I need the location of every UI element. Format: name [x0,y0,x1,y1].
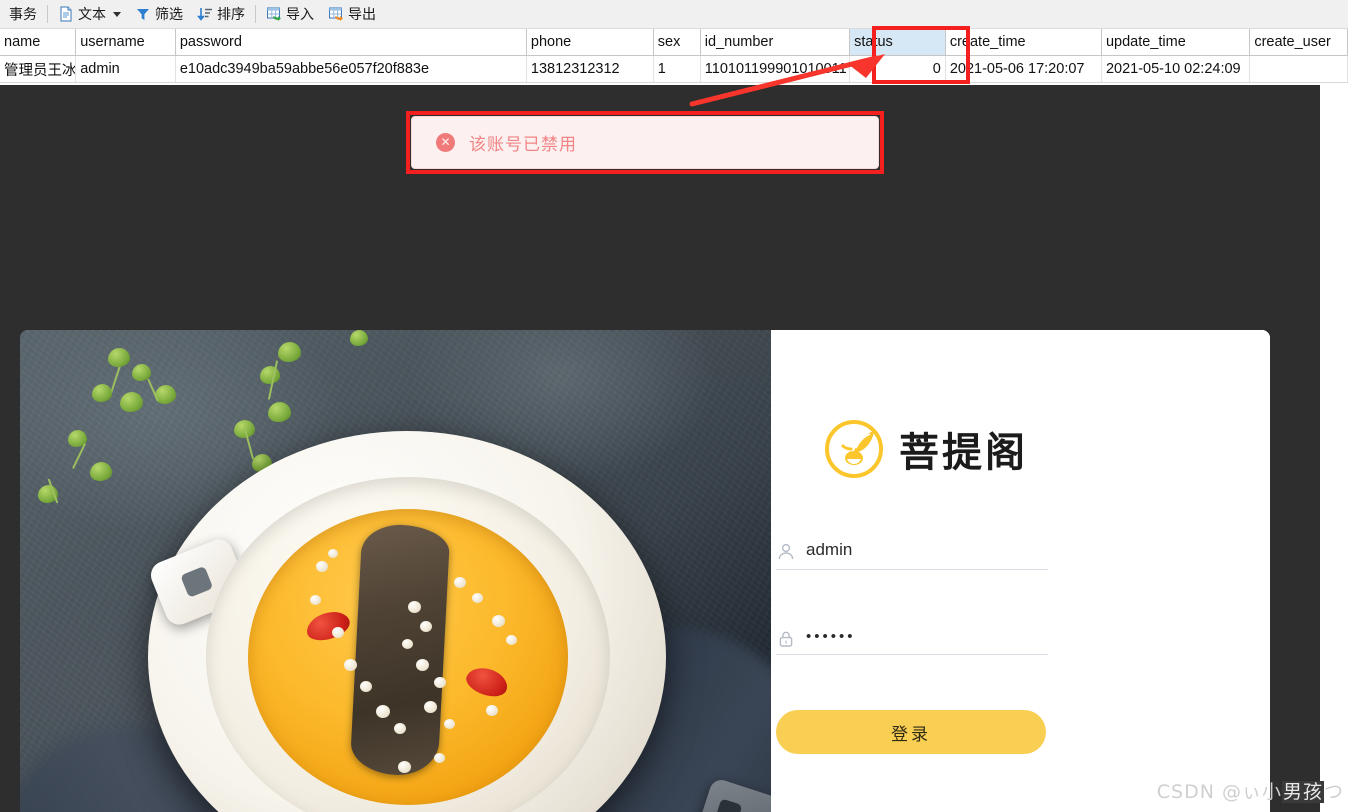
pumpkin-soup [248,509,568,805]
barley-pearl [492,615,505,627]
toolbar-label-sort: 排序 [217,6,245,22]
herb-leaf [350,330,368,346]
login-submit-button[interactable]: 登录 [776,710,1046,754]
bowl-inner-rim [206,477,610,812]
column-header-password[interactable]: password [176,29,527,55]
brand-logo: 菩提阁 [823,418,1223,480]
barley-pearl [420,621,432,632]
chevron-down-icon[interactable] [113,11,121,17]
login-card: 菩提阁 admin •••••• 登录 [20,330,1270,812]
goji-berry [303,606,353,646]
filter-funnel-icon [135,6,151,22]
barley-pearl [402,639,413,649]
barley-pearl [506,635,517,645]
column-header-username[interactable]: username [76,29,176,55]
cell-name[interactable]: 管理员王冰 [0,56,77,82]
lock-icon [776,629,793,647]
login-form-pane: 菩提阁 admin •••••• 登录 [771,330,1270,812]
toolbar-button-transaction[interactable]: 事务 [2,2,44,26]
barley-pearl [486,705,498,716]
result-grid: name username password phone sex id_numb… [0,29,1348,83]
herb-leaf [90,462,112,481]
grid-header-row: name username password phone sex id_numb… [0,29,1348,56]
barley-pearl [316,561,328,572]
barley-pearl [376,705,390,718]
watermark-prefix: CSDN @ぃ小 [1156,781,1282,803]
barley-pearl [310,595,321,605]
sea-cucumber [349,522,451,778]
barley-pearl [424,701,437,713]
barley-pearl [332,627,344,638]
barley-pearl [434,753,445,763]
barley-pearl [472,593,483,603]
toolbar-label-transaction: 事务 [9,6,37,22]
cell-create-user[interactable] [1250,56,1348,82]
toolbar-separator [255,5,256,23]
herb-leaf [92,384,112,402]
barley-pearl [360,681,372,692]
barley-pearl [344,659,357,671]
username-input[interactable] [806,540,1048,560]
brand-name: 菩提阁 [899,430,1028,476]
watermark-suffix: つ [1323,781,1344,803]
barley-pearl [408,601,421,613]
herb-leaf [155,385,176,404]
cell-create-time[interactable]: 2021-05-06 17:20:07 [946,56,1102,82]
toolbar-separator [47,5,48,23]
username-field-wrapper[interactable] [776,540,1048,570]
cell-phone[interactable]: 13812312312 [527,56,654,82]
column-header-name[interactable]: name [0,29,77,55]
import-grid-icon [266,6,282,22]
herb-leaf [120,392,143,412]
cell-username[interactable]: admin [76,56,176,82]
barley-pearl [416,659,429,671]
password-input[interactable] [806,628,1048,645]
barley-pearl [328,549,338,558]
toolbar-button-export[interactable]: 导出 [321,2,383,26]
column-header-create-user[interactable]: create_user [1250,29,1348,55]
cell-update-time[interactable]: 2021-05-10 02:24:09 [1102,56,1251,82]
toolbar-button-import[interactable]: 导入 [259,2,321,26]
table-row[interactable]: 管理员王冰 admin e10adc3949ba59abbe56e057f20f… [0,56,1348,83]
export-grid-icon [328,6,344,22]
bowl-leaf-logo-icon [823,418,885,480]
error-alert-highlight-box [406,111,884,174]
screenshot-root: 事务 文本 筛选 排序 导入 导出 name username password… [0,0,1348,812]
text-document-icon [58,6,74,22]
herb-leaf [268,402,291,422]
toolbar-label-filter: 筛选 [155,6,183,22]
watermark-highlight: 男孩 [1281,781,1324,803]
herb-leaf [108,348,130,367]
sort-ascending-icon [196,6,213,22]
toolbar-label-export: 导出 [348,6,376,22]
toolbar-label-import: 导入 [286,6,314,22]
password-field-wrapper[interactable] [776,628,1048,655]
database-toolbar: 事务 文本 筛选 排序 导入 导出 [0,0,1348,29]
barley-pearl [444,719,455,729]
barley-pearl [398,761,411,773]
herb-leaf [278,342,301,362]
login-page-background: 菩提阁 admin •••••• 登录 [0,85,1320,812]
cell-password[interactable]: e10adc3949ba59abbe56e057f20f883e [176,56,527,82]
csdn-watermark: CSDN @ぃ小男孩つ [1157,777,1344,804]
column-header-update-time[interactable]: update_time [1102,29,1251,55]
pumpkin-soup-bowl-photo [20,330,771,812]
goji-berry [463,663,511,701]
column-header-phone[interactable]: phone [527,29,654,55]
toolbar-button-filter[interactable]: 筛选 [128,2,190,26]
barley-pearl [394,723,406,734]
barley-pearl [434,677,446,688]
column-header-create-time[interactable]: create_time [946,29,1102,55]
toolbar-button-sort[interactable]: 排序 [190,2,252,26]
herb-leaf [260,366,280,384]
user-person-icon [776,542,794,560]
toolbar-button-text[interactable]: 文本 [51,2,128,26]
barley-pearl [454,577,466,588]
toolbar-label-text: 文本 [78,6,106,22]
annotation-arrow [689,54,885,107]
